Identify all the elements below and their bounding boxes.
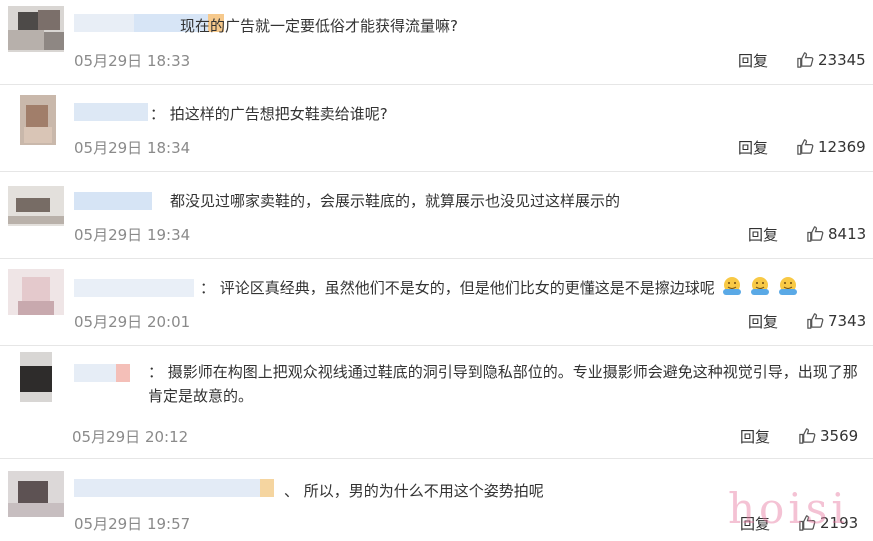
watermark: hoisi: [728, 484, 849, 533]
hug-emoji-icon: [722, 277, 741, 295]
comment-text: 都没见过哪家卖鞋的，会展示鞋底的，就算展示也没见过这样展示的: [170, 192, 621, 210]
comment-time: 05月29日 20:01: [74, 313, 191, 331]
username-blurred[interactable]: [74, 279, 194, 297]
thumbs-up-icon: [797, 139, 814, 155]
hug-emoji-icon: [778, 277, 797, 295]
like-button[interactable]: 8413: [806, 224, 866, 243]
like-count: 12369: [818, 137, 866, 156]
username-blurred[interactable]: [74, 192, 152, 210]
username-blurred[interactable]: [74, 364, 130, 382]
like-count: 7343: [828, 311, 867, 330]
comment-time: 05月29日 18:34: [74, 139, 191, 157]
comment-text: ： 评论区真经典，虽然他们不是女的，但是他们比女的更懂这是不是擦边球呢: [200, 275, 799, 300]
avatar[interactable]: [20, 95, 56, 145]
comment-text: 现在的广告就一定要低俗才能获得流量嘛?: [180, 17, 458, 35]
comment-text: 、 所以，男的为什么不用这个姿势拍呢: [284, 482, 544, 500]
thumbs-up-icon: [797, 52, 814, 68]
username-blurred[interactable]: [74, 103, 148, 121]
like-button[interactable]: 7343: [806, 311, 866, 330]
reply-button[interactable]: 回复: [738, 50, 768, 71]
reply-button[interactable]: 回复: [740, 426, 770, 447]
avatar[interactable]: [8, 471, 64, 517]
comment-item: ： 拍这样的广告想把女鞋卖给谁呢? 05月29日 18:34 回复 12369: [0, 85, 873, 171]
comment-item: ： 摄影师在构图上把观众视线通过鞋底的洞引导到隐私部位的。专业摄影师会避免这种视…: [0, 346, 873, 458]
thumbs-up-icon: [799, 428, 816, 444]
comment-time: 05月29日 18:33: [74, 52, 191, 70]
avatar[interactable]: [8, 269, 64, 315]
reply-button[interactable]: 回复: [748, 224, 778, 245]
comment-time: 05月29日 19:57: [74, 515, 191, 533]
comment-time: 05月29日 19:34: [74, 226, 191, 244]
username-blurred[interactable]: [74, 479, 274, 497]
like-button[interactable]: 3569: [798, 426, 858, 445]
reply-button[interactable]: 回复: [738, 137, 768, 158]
comment-item: 都没见过哪家卖鞋的，会展示鞋底的，就算展示也没见过这样展示的 05月29日 19…: [0, 172, 873, 258]
comment-item: 现在的广告就一定要低俗才能获得流量嘛? 05月29日 18:33 回复 2334…: [0, 0, 873, 84]
hug-emoji-icon: [750, 277, 769, 295]
thumbs-up-icon: [807, 226, 824, 242]
thumbs-up-icon: [807, 313, 824, 329]
comment-item: ： 评论区真经典，虽然他们不是女的，但是他们比女的更懂这是不是擦边球呢 05月2…: [0, 259, 873, 345]
avatar[interactable]: [8, 6, 64, 52]
comment-text: ： 摄影师在构图上把观众视线通过鞋底的洞引导到隐私部位的。专业摄影师会避免这种视…: [148, 363, 858, 405]
avatar[interactable]: [8, 186, 64, 232]
comment-text: ： 拍这样的广告想把女鞋卖给谁呢?: [150, 105, 388, 123]
like-button[interactable]: 23345: [796, 50, 866, 69]
avatar[interactable]: [20, 352, 52, 402]
like-count: 8413: [828, 224, 867, 243]
comment-text-content: ： 评论区真经典，虽然他们不是女的，但是他们比女的更懂这是不是擦边球呢: [200, 279, 715, 297]
like-button[interactable]: 12369: [796, 137, 866, 156]
like-count: 23345: [818, 50, 866, 69]
reply-button[interactable]: 回复: [748, 311, 778, 332]
username-blurred[interactable]: [74, 14, 224, 32]
comment-time: 05月29日 20:12: [72, 428, 189, 446]
like-count: 3569: [820, 426, 859, 445]
